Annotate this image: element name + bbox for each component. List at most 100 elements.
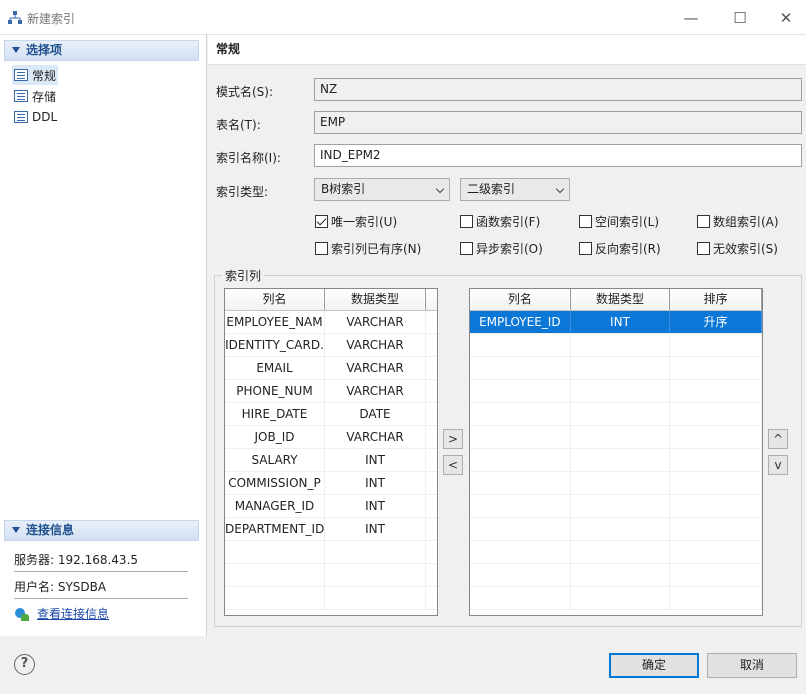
checkbox-icon (315, 241, 328, 255)
select-section-title: 选择项 (26, 43, 63, 57)
remove-column-button[interactable]: < (443, 455, 463, 475)
column-header[interactable]: 列名 (225, 289, 325, 310)
empty-row (470, 472, 762, 495)
sidebar-item-label: DDL (32, 110, 58, 124)
sidebar-item-label: 存储 (32, 89, 57, 104)
table-row[interactable]: MANAGER_ID INT (225, 495, 437, 518)
maximize-icon: ☐ (733, 8, 747, 27)
table-row[interactable]: HIRE_DATE DATE (225, 403, 437, 426)
index-type-select[interactable]: B树索引 (314, 178, 450, 201)
page-title: 常规 (208, 35, 806, 65)
table-cell: INT (325, 449, 426, 471)
table-cell: 升序 (670, 311, 762, 333)
cancel-button[interactable]: 取消 (707, 653, 797, 678)
table-row[interactable]: JOB_ID VARCHAR (225, 426, 437, 449)
checkbox-label: 无效索引(S) (713, 241, 778, 256)
table-row[interactable]: IDENTITY_CARD. VARCHAR (225, 334, 437, 357)
index-columns-label: 索引列 (222, 267, 265, 284)
table-cell: EMAIL (225, 357, 325, 379)
empty-row (225, 564, 437, 587)
table-row[interactable]: DEPARTMENT_ID INT (225, 518, 437, 541)
array-index-checkbox[interactable]: 数组索引(A) (697, 213, 779, 229)
empty-row (470, 587, 762, 610)
table-header: 列名 数据类型 排序 (470, 289, 762, 311)
divider (14, 598, 188, 599)
empty-row (470, 403, 762, 426)
empty-row (470, 334, 762, 357)
table-cell: EMPLOYEE_ID (470, 311, 571, 333)
table-cell: VARCHAR (325, 311, 426, 333)
connection-section-header[interactable]: 连接信息 (4, 520, 199, 541)
column-header[interactable]: 列名 (470, 289, 571, 310)
column-header[interactable]: 数据类型 (325, 289, 426, 310)
table-field[interactable]: EMP (314, 111, 802, 134)
checkbox-icon (460, 241, 473, 255)
table-label: 表名(T): (216, 118, 261, 132)
chevron-down-icon: v (774, 458, 782, 472)
list-page-icon (14, 111, 28, 123)
invalid-index-checkbox[interactable]: 无效索引(S) (697, 240, 778, 256)
table-row[interactable]: COMMISSION_P INT (225, 472, 437, 495)
move-up-button[interactable]: ^ (768, 429, 788, 449)
table-row[interactable]: EMPLOYEE_NAM VARCHAR (225, 311, 437, 334)
table-row[interactable]: PHONE_NUM VARCHAR (225, 380, 437, 403)
schema-field[interactable]: NZ (314, 78, 802, 101)
available-columns-table[interactable]: 列名 数据类型 EMPLOYEE_NAM VARCHAR IDENTITY_CAR… (224, 288, 438, 616)
table-row[interactable]: EMPLOYEE_ID INT 升序 (470, 311, 762, 334)
table-cell: INT (325, 495, 426, 517)
empty-row (470, 518, 762, 541)
column-header[interactable]: 排序 (670, 289, 762, 310)
table-cell: DEPARTMENT_ID (225, 518, 325, 540)
table-cell: VARCHAR (325, 426, 426, 448)
server-info: 服务器: 192.168.43.5 (14, 553, 139, 567)
table-header: 列名 数据类型 (225, 289, 437, 311)
view-connection-row: 查看连接信息 (14, 605, 109, 622)
spatial-index-checkbox[interactable]: 空间索引(L) (579, 213, 659, 229)
maximize-button[interactable]: ☐ (717, 0, 763, 35)
view-connection-link[interactable]: 查看连接信息 (37, 605, 109, 622)
checkbox-icon (697, 214, 710, 228)
index-level-value: 二级索引 (467, 182, 516, 196)
minimize-button[interactable]: — (668, 0, 714, 35)
index-type-value: B树索引 (321, 182, 366, 196)
table-row[interactable]: SALARY INT (225, 449, 437, 472)
collapse-arrow-icon (12, 46, 20, 53)
minimize-icon: — (683, 8, 699, 27)
checkbox-icon (579, 241, 592, 255)
chevron-left-icon: < (447, 458, 459, 472)
user-info: 用户名: SYSDBA (14, 580, 107, 594)
sidebar-item-general[interactable]: 常规 (12, 65, 59, 85)
add-column-button[interactable]: > (443, 429, 463, 449)
async-index-checkbox[interactable]: 异步索引(O) (460, 240, 543, 256)
ok-button[interactable]: 确定 (609, 653, 699, 678)
sidebar-item-storage[interactable]: 存储 (12, 86, 58, 106)
index-name-label: 索引名称(I): (216, 151, 281, 165)
unique-index-checkbox[interactable]: 唯一索引(U) (315, 213, 397, 229)
table-row[interactable]: EMAIL VARCHAR (225, 357, 437, 380)
index-name-input[interactable]: IND_EPM2 (314, 144, 802, 167)
reverse-index-checkbox[interactable]: 反向索引(R) (579, 240, 661, 256)
help-icon[interactable]: ? (14, 654, 35, 675)
checkbox-label: 空间索引(L) (595, 214, 660, 229)
chevron-up-icon: ^ (772, 432, 784, 446)
index-level-select[interactable]: 二级索引 (460, 178, 570, 201)
checkbox-label: 反向索引(R) (595, 241, 661, 256)
checkbox-label: 函数索引(F) (476, 214, 541, 229)
index-columns-table[interactable]: 列名 数据类型 排序 EMPLOYEE_ID INT 升序 (469, 288, 763, 616)
column-header[interactable]: 数据类型 (571, 289, 671, 310)
close-button[interactable]: ✕ (763, 0, 806, 35)
table-cell: JOB_ID (225, 426, 325, 448)
sorted-index-checkbox[interactable]: 索引列已有序(N) (315, 240, 421, 256)
checkbox-label: 数组索引(A) (713, 214, 779, 229)
select-section-header[interactable]: 选择项 (4, 40, 199, 61)
checkbox-label: 异步索引(O) (476, 241, 543, 256)
function-index-checkbox[interactable]: 函数索引(F) (460, 213, 540, 229)
move-down-button[interactable]: v (768, 455, 788, 475)
chevron-down-icon (555, 184, 565, 194)
title-bar: 新建索引 — ☐ ✕ (0, 0, 806, 35)
table-cell: INT (571, 311, 671, 333)
table-cell: VARCHAR (325, 357, 426, 379)
table-cell: SALARY (225, 449, 325, 471)
table-cell: IDENTITY_CARD. (225, 334, 325, 356)
sidebar-item-ddl[interactable]: DDL (12, 107, 59, 127)
